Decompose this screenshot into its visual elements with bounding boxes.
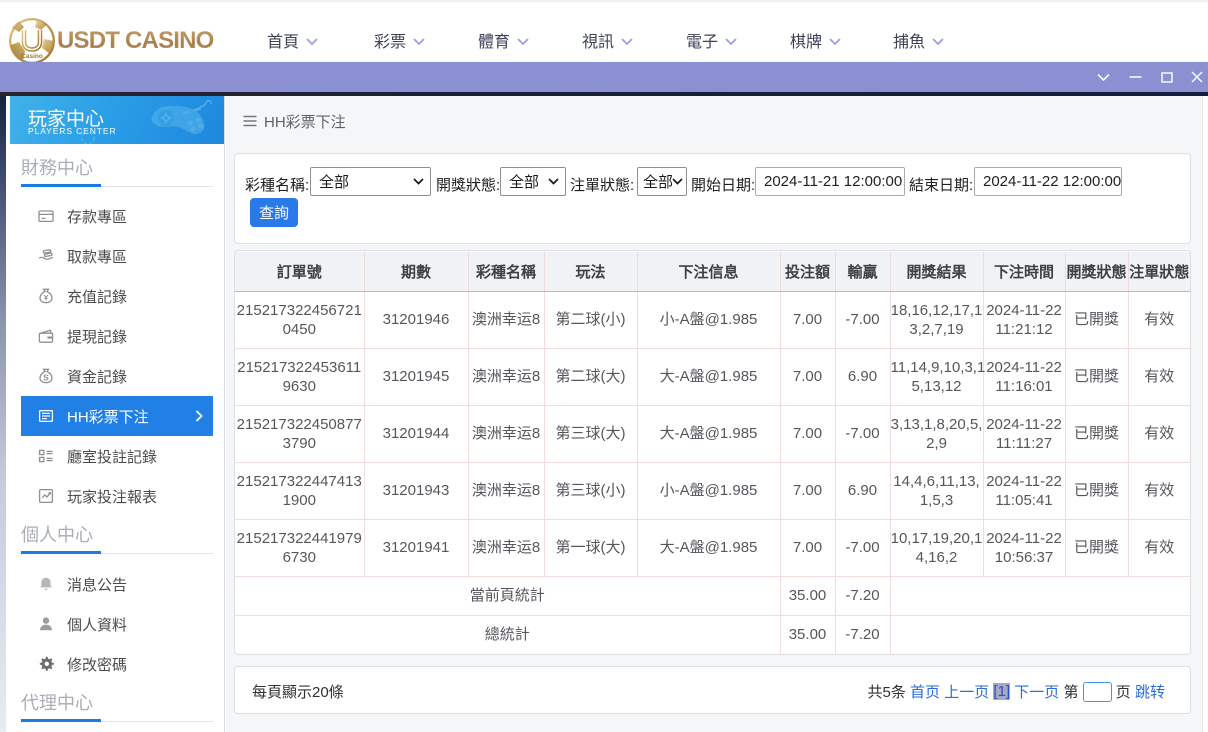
svg-text:Casino: Casino: [21, 53, 43, 60]
svg-text:S: S: [43, 372, 49, 382]
